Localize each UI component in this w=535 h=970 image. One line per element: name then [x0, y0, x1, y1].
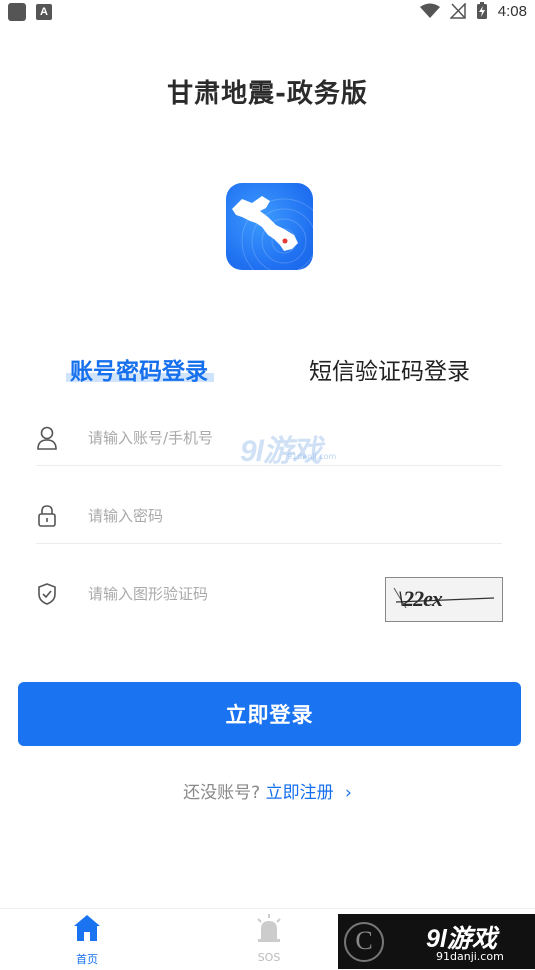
gansu-map-icon	[232, 196, 313, 270]
tab-sms-code[interactable]: 短信验证码登录	[309, 352, 470, 386]
nav-item-sos[interactable]: SOS	[219, 909, 319, 970]
wifi-icon	[419, 3, 440, 18]
user-icon	[37, 426, 57, 450]
page-title: 甘肃地震-政务版	[167, 79, 368, 109]
battery-charging-icon	[476, 2, 487, 19]
tab-account-password-label: 账号密码登录	[70, 359, 208, 385]
login-tabs: 账号密码登录 短信验证码登录	[0, 352, 535, 392]
a-letter-icon: A	[36, 4, 52, 20]
captcha-image[interactable]: \22ex	[385, 577, 503, 622]
password-field	[36, 483, 502, 544]
tab-account-password[interactable]: 账号密码登录	[66, 352, 214, 386]
register-row: 还没账号? 立即注册 ›	[0, 778, 535, 803]
account-field	[36, 405, 502, 466]
home-icon	[74, 915, 100, 941]
status-left-icons: A	[8, 3, 52, 21]
tab-sms-code-label: 短信验证码登录	[309, 359, 470, 385]
lock-icon	[38, 505, 56, 527]
status-right-icons: 4:08	[419, 2, 527, 20]
watermark-corner: C 9l游戏 91danji.com	[338, 914, 535, 969]
shield-check-icon	[38, 583, 56, 605]
status-time: 4:08	[497, 2, 527, 20]
watermark-corner-logo: C	[344, 922, 384, 962]
chevron-right-icon: ›	[345, 783, 352, 803]
watermark-corner-domain: 91danji.com	[436, 950, 504, 963]
password-input[interactable]	[86, 499, 370, 533]
captcha-input[interactable]	[86, 577, 370, 611]
nav-sos-label: SOS	[257, 951, 281, 964]
no-signal-icon	[449, 3, 466, 19]
alarm-siren-icon	[257, 914, 281, 942]
login-button[interactable]: 立即登录	[18, 682, 521, 746]
app-logo	[226, 183, 313, 270]
app-square-icon	[8, 3, 26, 21]
nav-home-label: 首页	[76, 953, 98, 966]
account-input[interactable]	[86, 421, 370, 455]
register-question: 还没账号?	[183, 783, 261, 803]
captcha-text: \22ex	[398, 586, 443, 611]
status-bar: A 4:08	[0, 0, 535, 24]
register-link[interactable]: 立即注册	[266, 783, 334, 803]
nav-item-home[interactable]: 首页	[37, 909, 137, 970]
